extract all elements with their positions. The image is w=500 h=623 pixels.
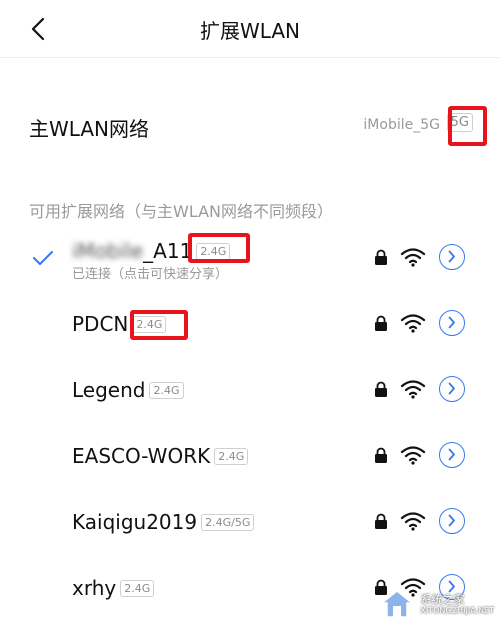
- highlight-box-band-row1: [188, 233, 250, 263]
- band-badge: 2.4G: [120, 579, 155, 597]
- wifi-signal-icon: [400, 314, 426, 333]
- lock-icon: [375, 447, 387, 463]
- chevron-right-icon: [448, 250, 455, 263]
- chevron-right-icon: [448, 514, 455, 527]
- section-header: 可用扩展网络（与主WLAN网络不同频段）: [29, 202, 334, 221]
- network-name-hidden: iMobile: [72, 239, 144, 263]
- header-bar: 扩展WLAN: [0, 0, 500, 58]
- band-badge: 2.4G: [149, 381, 184, 399]
- network-details-button[interactable]: [439, 442, 465, 468]
- connection-status: 已连接（点击可快速分享）: [72, 267, 229, 282]
- network-name: PDCN: [72, 312, 129, 336]
- network-row-connected[interactable]: iMobile _A11 2.4G 已连接（点击可快速分享）: [0, 225, 500, 289]
- network-name: xrhy: [72, 576, 117, 600]
- main-wlan-row[interactable]: 主WLAN网络 iMobile_5G 5G: [0, 95, 500, 157]
- band-badge: 2.4G: [214, 447, 249, 465]
- band-badge: 2.4G/5G: [201, 513, 255, 531]
- highlight-box-band-row2: [130, 310, 188, 340]
- chevron-right-icon: [448, 382, 455, 395]
- wifi-signal-icon: [400, 380, 426, 399]
- network-details-button[interactable]: [439, 508, 465, 534]
- wifi-signal-icon: [400, 248, 426, 267]
- network-details-button[interactable]: [439, 376, 465, 402]
- network-row[interactable]: EASCO-WORK 2.4G: [0, 423, 500, 487]
- checkmark-icon: [33, 251, 53, 265]
- network-row[interactable]: Legend 2.4G: [0, 357, 500, 421]
- network-name: Kaiqigu2019: [72, 510, 198, 534]
- lock-icon: [375, 315, 387, 331]
- chevron-right-icon: [448, 316, 455, 329]
- watermark-line2: XITONGZHIJIA.NET: [420, 605, 494, 615]
- watermark-line1: 系统之家: [420, 592, 465, 606]
- highlight-box-main-band: [448, 106, 487, 146]
- network-name-suffix: _A11: [143, 239, 193, 263]
- lock-icon: [375, 249, 387, 265]
- network-name: EASCO-WORK: [72, 444, 211, 468]
- network-details-button[interactable]: [439, 310, 465, 336]
- watermark: 系统之家 XITONGZHIJIA.NET: [380, 589, 494, 619]
- network-details-button[interactable]: [439, 244, 465, 270]
- watermark-logo-icon: [380, 590, 415, 618]
- network-row[interactable]: PDCN 2.4G: [0, 291, 500, 355]
- page-title: 扩展WLAN: [199, 19, 301, 43]
- lock-icon: [375, 513, 387, 529]
- lock-icon: [375, 381, 387, 397]
- main-wlan-label: 主WLAN网络: [29, 117, 150, 141]
- main-wlan-ssid: iMobile_5G: [363, 117, 440, 133]
- network-row[interactable]: Kaiqigu2019 2.4G/5G: [0, 489, 500, 553]
- chevron-right-icon: [448, 448, 455, 461]
- network-name: Legend: [72, 378, 146, 402]
- wifi-signal-icon: [400, 446, 426, 465]
- wifi-signal-icon: [400, 512, 426, 531]
